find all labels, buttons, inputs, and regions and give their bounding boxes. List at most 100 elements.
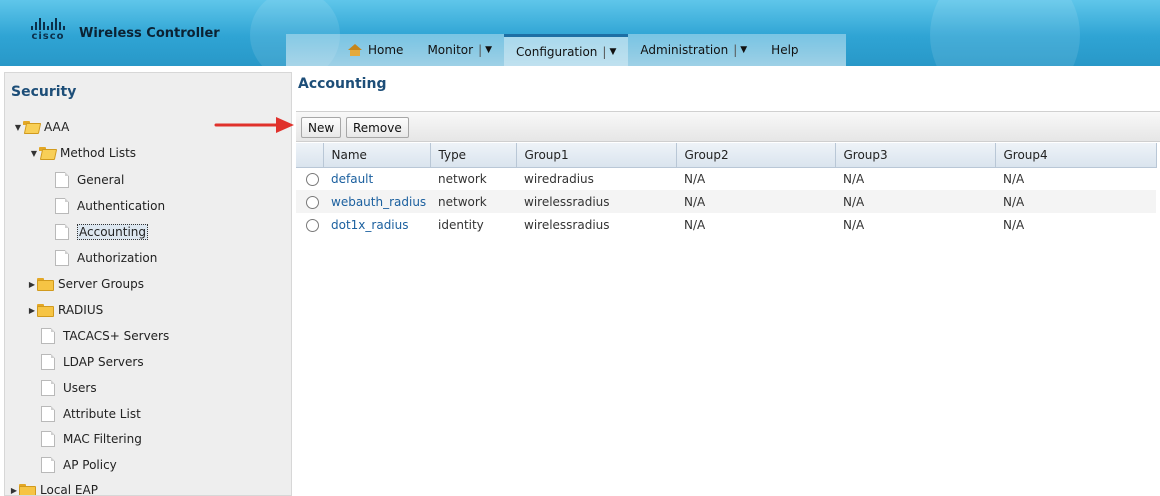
- table-cell-type: network: [430, 190, 516, 213]
- sidebar-item-ap-policy[interactable]: AP Policy: [41, 455, 117, 475]
- row-select-radio[interactable]: [306, 195, 319, 209]
- sidebar-item-server-groups[interactable]: ▶ Server Groups: [27, 274, 144, 294]
- home-icon: [348, 44, 362, 56]
- remove-button[interactable]: Remove: [346, 117, 409, 138]
- sidebar-item-general[interactable]: General: [55, 170, 124, 190]
- method-list-name-link[interactable]: webauth_radius: [331, 195, 426, 209]
- sidebar-title: Security: [11, 84, 77, 100]
- nav-help-label: Help: [771, 43, 799, 57]
- caret-right-icon[interactable]: ▶: [27, 280, 37, 289]
- brand: cisco Wireless Controller: [31, 18, 220, 42]
- column-header-group4[interactable]: Group4: [995, 143, 1157, 168]
- table-cell-type: identity: [438, 217, 484, 232]
- caret-down-icon[interactable]: ▼: [13, 123, 23, 132]
- document-icon: [41, 406, 55, 422]
- caret-down-icon[interactable]: ▼: [29, 149, 39, 158]
- nav-separator: |: [733, 43, 738, 57]
- accounting-table: Name Type Group1 Group2 Group3 Group4 de…: [296, 143, 1157, 236]
- row-select-radio[interactable]: [306, 172, 319, 186]
- sidebar-item-tacacs-servers[interactable]: TACACS+ Servers: [41, 326, 169, 346]
- table-cell-group1: wirelessradius: [516, 190, 676, 213]
- column-header-group3[interactable]: Group3: [835, 143, 996, 168]
- sidebar-item-label: Attribute List: [63, 407, 141, 421]
- sidebar-item-method-lists[interactable]: ▼ Method Lists: [29, 143, 136, 163]
- table-cell-group4: N/A: [995, 190, 1156, 213]
- method-list-name-link[interactable]: dot1x_radius: [331, 218, 409, 232]
- caret-right-icon[interactable]: ▶: [9, 486, 19, 495]
- sidebar-item-ldap-servers[interactable]: LDAP Servers: [41, 352, 144, 372]
- table-cell-group4: N/A: [1003, 217, 1025, 232]
- nav-administration[interactable]: Administration | ▼: [628, 34, 759, 66]
- sidebar-item-label: Local EAP: [40, 483, 98, 496]
- sidebar-item-label: RADIUS: [58, 303, 104, 317]
- caret-right-icon[interactable]: ▶: [27, 306, 37, 315]
- sidebar-item-label: TACACS+ Servers: [63, 329, 170, 343]
- column-header-type[interactable]: Type: [430, 143, 517, 168]
- sidebar-item-local-eap[interactable]: ▶ Local EAP: [9, 480, 98, 496]
- app-header: cisco Wireless Controller Home Monitor |…: [0, 0, 1160, 66]
- dropdown-arrow-icon[interactable]: ▼: [609, 47, 616, 57]
- document-icon: [55, 172, 69, 188]
- table-row: default network wiredradius N/A N/A N/A: [296, 167, 1156, 190]
- document-icon: [55, 224, 69, 240]
- nav-separator: |: [602, 44, 607, 59]
- column-header-group1[interactable]: Group1: [516, 143, 677, 168]
- nav-help[interactable]: Help: [759, 34, 810, 66]
- column-header-select: [296, 143, 324, 168]
- sidebar-item-users[interactable]: Users: [41, 378, 97, 398]
- sidebar-item-label: LDAP Servers: [63, 355, 144, 369]
- sidebar-item-label: Method Lists: [60, 146, 137, 160]
- dropdown-arrow-icon[interactable]: ▼: [485, 45, 492, 55]
- document-icon: [41, 457, 55, 473]
- nav-separator: |: [478, 43, 483, 57]
- sidebar-item-label: AP Policy: [63, 458, 117, 472]
- nav-home-label: Home: [368, 43, 404, 57]
- folder-icon: [19, 483, 36, 495]
- sidebar-item-label: Users: [63, 381, 97, 395]
- sidebar-item-label: Server Groups: [58, 277, 144, 291]
- table-row: webauth_radius network wirelessradius N/…: [296, 190, 1156, 213]
- table-row: dot1x_radius identity wirelessradius N/A…: [296, 213, 1156, 236]
- document-icon: [41, 354, 55, 370]
- cisco-logo-icon: cisco: [31, 18, 65, 42]
- table-cell-group1: wirelessradius: [524, 217, 610, 232]
- sidebar-item-label: Authorization: [77, 251, 158, 265]
- nav-monitor[interactable]: Monitor | ▼: [415, 34, 504, 66]
- sidebar-item-aaa[interactable]: ▼ AAA: [13, 117, 69, 137]
- header-decoration: [930, 0, 1080, 66]
- nav-monitor-label: Monitor: [427, 43, 474, 57]
- sidebar-item-accounting[interactable]: Accounting: [55, 222, 149, 242]
- column-header-name[interactable]: Name: [323, 143, 431, 168]
- nav-configuration[interactable]: Configuration | ▼: [504, 34, 629, 66]
- folder-icon: [37, 303, 54, 317]
- sidebar-item-mac-filtering[interactable]: MAC Filtering: [41, 429, 142, 449]
- column-header-group2[interactable]: Group2: [676, 143, 836, 168]
- document-icon: [41, 431, 55, 447]
- document-icon: [41, 380, 55, 396]
- row-select-radio[interactable]: [306, 218, 319, 232]
- document-icon: [41, 328, 55, 344]
- page-title: Accounting: [298, 76, 387, 92]
- dropdown-arrow-icon[interactable]: ▼: [740, 45, 747, 55]
- toolbar: New Remove: [296, 111, 1160, 142]
- table-cell-group2: N/A: [676, 190, 835, 213]
- sidebar-item-label: Accounting: [77, 224, 149, 240]
- method-list-name-link[interactable]: default: [331, 172, 373, 186]
- table-cell-group2: N/A: [684, 217, 706, 232]
- product-name: Wireless Controller: [79, 26, 220, 41]
- folder-open-icon: [23, 120, 42, 134]
- sidebar-item-authentication[interactable]: Authentication: [55, 196, 165, 216]
- folder-icon: [37, 277, 54, 291]
- nav-home[interactable]: Home: [286, 34, 415, 66]
- new-button[interactable]: New: [301, 117, 342, 138]
- sidebar-item-label: Authentication: [77, 199, 166, 213]
- table-cell-group3: N/A: [843, 217, 865, 232]
- sidebar-item-attribute-list[interactable]: Attribute List: [41, 404, 141, 424]
- sidebar-item-radius[interactable]: ▶ RADIUS: [27, 300, 103, 320]
- table-cell-group2: N/A: [684, 171, 706, 186]
- sidebar-item-label: MAC Filtering: [63, 432, 142, 446]
- document-icon: [55, 250, 69, 266]
- sidebar-item-authorization[interactable]: Authorization: [55, 248, 157, 268]
- table-cell-group4: N/A: [1003, 171, 1025, 186]
- table-cell-group3: N/A: [835, 190, 995, 213]
